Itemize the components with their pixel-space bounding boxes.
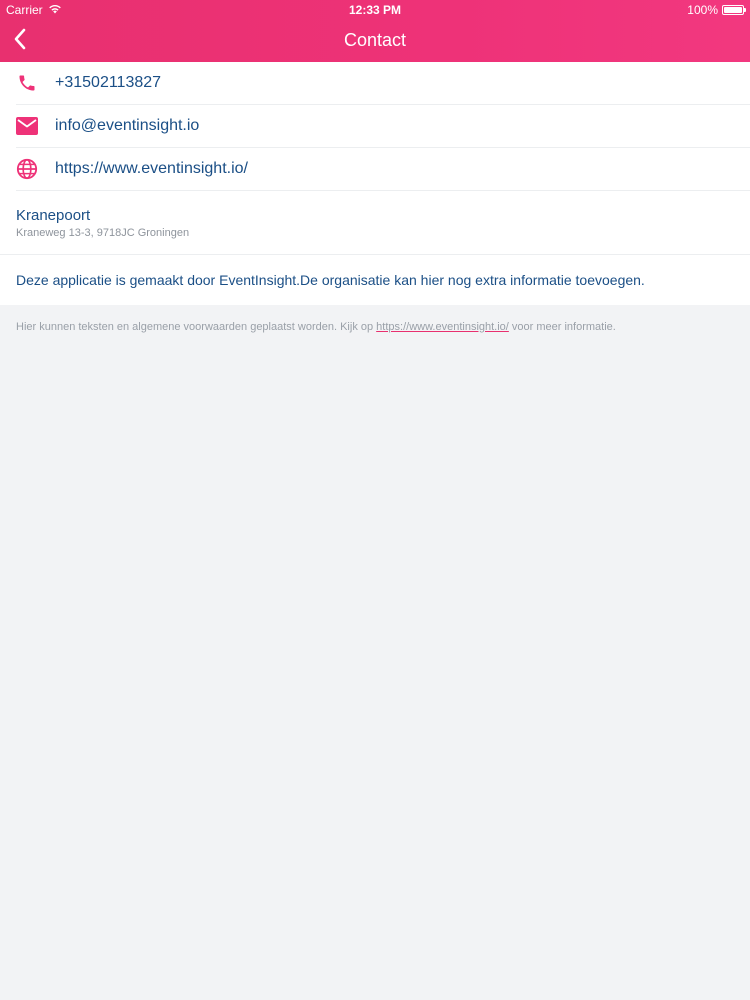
terms-link[interactable]: https://www.eventinsight.io/ <box>376 321 509 333</box>
email-row[interactable]: info@eventinsight.io <box>16 105 750 148</box>
terms-prefix: Hier kunnen teksten en algemene voorwaar… <box>16 321 377 333</box>
page-title: Contact <box>343 30 407 50</box>
phone-row[interactable]: +31502113827 <box>16 62 750 105</box>
header: Carrier 12:33 PM 100% Contact <box>0 0 750 62</box>
mail-icon <box>16 115 38 137</box>
email-address[interactable]: info@eventinsight.io <box>55 117 199 135</box>
phone-number[interactable]: +31502113827 <box>55 74 161 92</box>
battery-cap <box>744 8 746 12</box>
status-bar: Carrier 12:33 PM 100% <box>0 0 750 20</box>
website-url[interactable]: https://www.eventinsight.io/ <box>55 160 248 178</box>
phone-icon <box>16 72 38 94</box>
contact-list: +31502113827 info@eventinsight.io https:… <box>0 62 750 305</box>
battery-icon <box>722 5 746 15</box>
status-time: 12:33 PM <box>348 3 402 17</box>
address-line: Kraneweg 13-3, 9718JC Groningen <box>16 227 190 239</box>
battery-fill <box>724 7 742 13</box>
address-row[interactable]: Kranepoort Kraneweg 13-3, 9718JC Groning… <box>0 191 750 255</box>
status-battery: 100% <box>687 3 746 17</box>
globe-icon <box>16 158 38 180</box>
terms-suffix: voor meer informatie. <box>508 321 616 333</box>
info-text: Deze applicatie is gemaakt door EventIns… <box>16 272 645 288</box>
nav-bar: Contact <box>0 20 750 62</box>
battery-percent: 100% <box>687 3 718 17</box>
terms-text: Hier kunnen teksten en algemene voorwaar… <box>16 321 736 333</box>
address-name: Kranepoort <box>16 207 91 224</box>
website-row[interactable]: https://www.eventinsight.io/ <box>16 148 750 191</box>
